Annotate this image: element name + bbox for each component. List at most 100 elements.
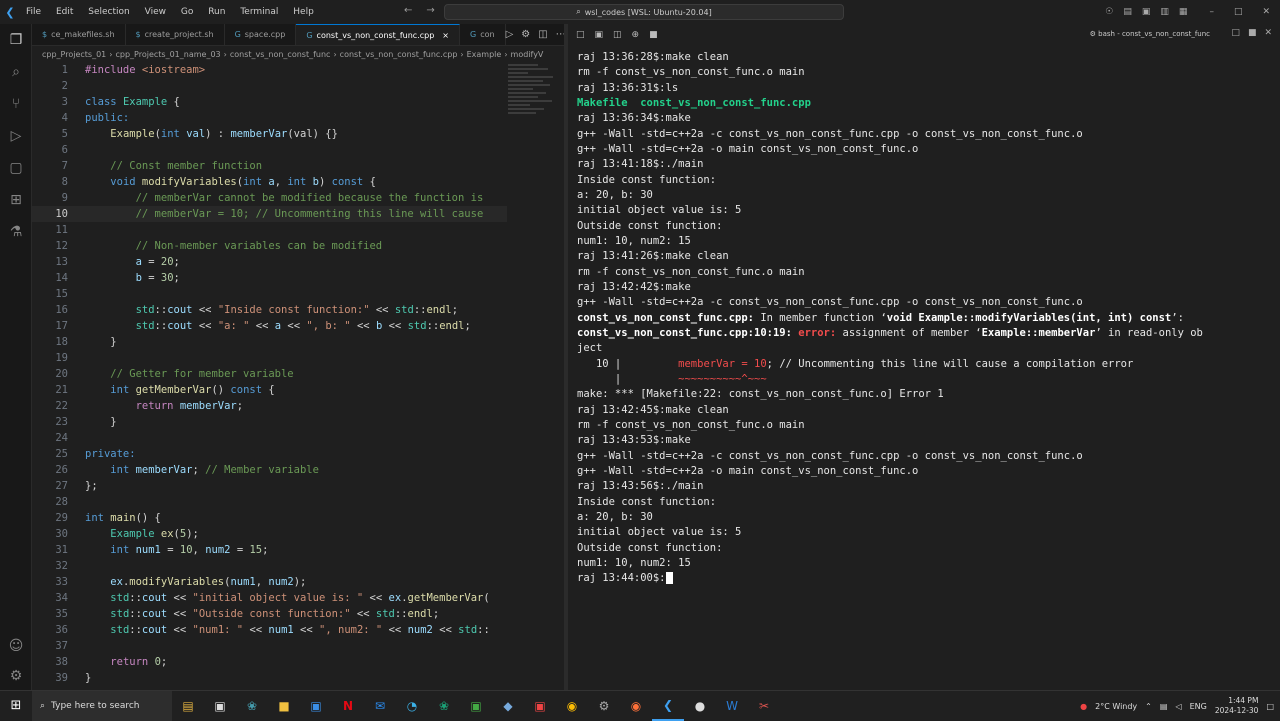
code-line[interactable]: 4 public: xyxy=(32,110,507,126)
code-line[interactable]: 2 xyxy=(32,78,507,94)
trash-icon[interactable]: ■ xyxy=(649,30,658,40)
code-line[interactable]: 25 private: xyxy=(32,446,507,462)
breadcrumb-item[interactable]: cpp_Projects_01 xyxy=(42,50,106,59)
code-line[interactable]: 35 std::cout << "Outside const function:… xyxy=(32,606,507,622)
testing-icon[interactable]: ⚗ xyxy=(0,216,32,248)
breadcrumb-item[interactable]: Example xyxy=(467,50,502,59)
terminal-app-icon[interactable]: ▣ xyxy=(460,691,492,721)
code-line[interactable]: 33 ex.modifyVariables(num1, num2); xyxy=(32,574,507,590)
code-line[interactable]: 36 std::cout << "num1: " << num1 << ", n… xyxy=(32,622,507,638)
code-line[interactable]: 29 int main() { xyxy=(32,510,507,526)
code-line[interactable]: 22 return memberVar; xyxy=(32,398,507,414)
run-icon[interactable]: ▷ xyxy=(506,29,514,40)
trash-icon[interactable]: ■ xyxy=(1248,28,1257,38)
layout-icon[interactable]: ▤ xyxy=(1123,7,1132,17)
language-indicator[interactable]: ENG xyxy=(1190,702,1207,711)
edge-icon[interactable]: ◔ xyxy=(396,691,428,721)
maximize-panel-icon[interactable]: □ xyxy=(1231,28,1240,38)
account-icon[interactable]: ☺ xyxy=(0,630,32,662)
code-line[interactable]: 10 // memberVar = 10; // Uncommenting th… xyxy=(32,206,507,222)
search-icon[interactable]: ⌕ xyxy=(0,56,32,88)
settings-gear-icon[interactable]: ⚙ xyxy=(521,29,530,40)
code-line[interactable]: 32 xyxy=(32,558,507,574)
code-editor[interactable]: 1 #include <iostream> 2 3 class Example {4 pu… xyxy=(32,62,507,686)
widgets-icon[interactable]: ▤ xyxy=(172,691,204,721)
terminal-icon[interactable]: ▣ xyxy=(595,30,604,40)
minimap[interactable] xyxy=(508,62,558,142)
code-line[interactable]: 24 xyxy=(32,430,507,446)
code-line[interactable]: 21 int getMemberVar() const { xyxy=(32,382,507,398)
volume-icon[interactable]: ◁ xyxy=(1175,702,1181,711)
command-center-search[interactable]: ⌕ wsl_codes [WSL: Ubuntu-20.04] xyxy=(444,4,844,20)
menu-help[interactable]: Help xyxy=(287,7,320,17)
code-line[interactable]: 20 // Getter for member variable xyxy=(32,366,507,382)
code-line[interactable]: 30 Example ex(5); xyxy=(32,526,507,542)
close-tab-icon[interactable]: × xyxy=(442,31,449,40)
close-panel-icon[interactable]: ✕ xyxy=(1264,28,1272,38)
code-line[interactable]: 1 #include <iostream> xyxy=(32,62,507,78)
code-line[interactable]: 28 xyxy=(32,494,507,510)
file-explorer-icon[interactable]: ■ xyxy=(268,691,300,721)
source-control-icon[interactable]: ⑂ xyxy=(0,88,32,120)
run-debug-icon[interactable]: ▷ xyxy=(0,120,32,152)
code-line[interactable]: 13 a = 20; xyxy=(32,254,507,270)
breadcrumb-item[interactable]: cpp_Projects_01_name_03 xyxy=(115,50,220,59)
code-line[interactable]: 34 std::cout << "initial object value is… xyxy=(32,590,507,606)
maximize-icon[interactable]: □ xyxy=(1234,7,1243,17)
code-line[interactable]: 38 return 0; xyxy=(32,654,507,670)
code-line[interactable]: 19 xyxy=(32,350,507,366)
store-icon[interactable]: ▣ xyxy=(300,691,332,721)
manage-gear-icon[interactable]: ⚙ xyxy=(0,660,32,692)
layout-sidebar-icon[interactable]: ▥ xyxy=(1160,7,1169,17)
code-line[interactable]: 15 xyxy=(32,286,507,302)
notifications-icon[interactable]: □ xyxy=(1266,702,1274,711)
windows-start-icon[interactable]: ⊞ xyxy=(0,691,32,721)
code-line[interactable]: 3 class Example { xyxy=(32,94,507,110)
tab-ce-makefiles[interactable]: $ ce_makefiles.sh xyxy=(32,24,126,45)
github-icon[interactable]: ● xyxy=(684,691,716,721)
menu-selection[interactable]: Selection xyxy=(82,7,135,17)
settings-app-icon[interactable]: ⚙ xyxy=(588,691,620,721)
taskbar-search[interactable]: ⌕ Type here to search xyxy=(32,690,172,721)
paint-icon[interactable]: ◆ xyxy=(492,691,524,721)
remote-explorer-icon[interactable]: ▢ xyxy=(0,152,32,184)
code-line[interactable]: 9 // memberVar cannot be modified becaus… xyxy=(32,190,507,206)
code-line[interactable]: 18 } xyxy=(32,334,507,350)
weather-icon[interactable]: ● xyxy=(1080,702,1087,711)
chatgpt-icon[interactable]: ❀ xyxy=(428,691,460,721)
tab-const-vs-non-const-func[interactable]: Gconst_vs_non_const_func.cpp × xyxy=(296,24,460,45)
code-line[interactable]: 27}; xyxy=(32,478,507,494)
copilot-app-icon[interactable]: ❀ xyxy=(236,691,268,721)
breadcrumb-item[interactable]: const_vs_non_const_func.cpp xyxy=(340,50,458,59)
vscode-app-icon[interactable]: ❮ xyxy=(652,691,684,721)
menu-run[interactable]: Run xyxy=(202,7,231,17)
close-window-icon[interactable]: ✕ xyxy=(1262,7,1270,17)
network-icon[interactable]: ▤ xyxy=(1160,702,1168,711)
code-line[interactable]: 8 void modifyVariables(int a, int b) con… xyxy=(32,174,507,190)
layout-custom-icon[interactable]: ▦ xyxy=(1179,7,1188,17)
code-line[interactable]: 5 Example(int val) : memberVar(val) {} xyxy=(32,126,507,142)
layout-panel-icon[interactable]: ▣ xyxy=(1142,7,1151,17)
terminal-output[interactable]: raj 13:36:28$:make clean rm -f const_vs_n… xyxy=(577,50,1203,586)
snip-icon[interactable]: ✂ xyxy=(748,691,780,721)
firefox-icon[interactable]: ◉ xyxy=(620,691,652,721)
menu-terminal[interactable]: Terminal xyxy=(234,7,284,17)
extensions-icon[interactable]: ⊞ xyxy=(0,184,32,216)
code-line[interactable]: 39} xyxy=(32,670,507,686)
menu-go[interactable]: Go xyxy=(175,7,199,17)
tab-space-cpp[interactable]: Gspace.cpp xyxy=(225,24,297,45)
clock[interactable]: 1:44 PM 2024-12-30 xyxy=(1215,696,1259,716)
weather-text[interactable]: 2°C Windy xyxy=(1095,702,1137,711)
code-line[interactable]: 11 xyxy=(32,222,507,238)
app-red-icon[interactable]: ▣ xyxy=(524,691,556,721)
word-icon[interactable]: W xyxy=(716,691,748,721)
tray-chevron-icon[interactable]: ⌃ xyxy=(1145,702,1152,711)
code-line[interactable]: 23 } xyxy=(32,414,507,430)
forward-arrow-icon[interactable]: → xyxy=(426,5,434,16)
netflix-icon[interactable]: N xyxy=(332,691,364,721)
code-line[interactable]: 17 std::cout << "a: " << a << ", b: " <<… xyxy=(32,318,507,334)
code-line[interactable]: 12 // Non-member variables can be modifi… xyxy=(32,238,507,254)
code-line[interactable]: 6 xyxy=(32,142,507,158)
code-line[interactable]: 31 int num1 = 10, num2 = 15; xyxy=(32,542,507,558)
minimize-icon[interactable]: – xyxy=(1209,7,1214,17)
